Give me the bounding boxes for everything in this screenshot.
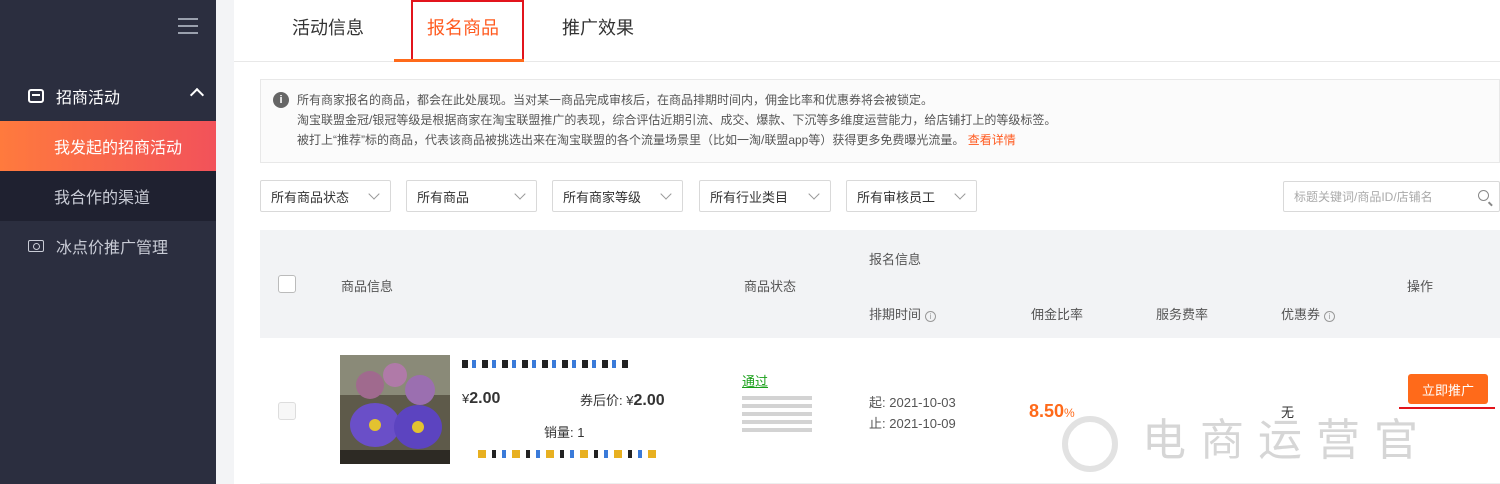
help-icon[interactable]: i: [925, 311, 937, 322]
help-icon[interactable]: i: [1324, 311, 1336, 322]
tab-bar: 活动信息 报名商品 推广效果: [234, 0, 1500, 62]
info-icon: i: [273, 92, 289, 108]
active-tab-indicator: [394, 59, 524, 62]
chevron-up-icon: [189, 87, 205, 103]
sidebar-gutter: [216, 0, 234, 484]
filter-industry-category[interactable]: 所有行业类目: [699, 180, 831, 212]
promote-now-button[interactable]: 立即推广: [1408, 374, 1488, 404]
highlight-box: [411, 0, 524, 61]
notice-line: 被打上“推荐”标的商品，代表该商品被挑选出来在淘宝联盟的各个流量场景里（比如一淘…: [297, 133, 1016, 147]
watermark-logo: [1062, 415, 1118, 472]
filter-merchant-level[interactable]: 所有商家等级: [552, 180, 683, 212]
chevron-down-icon: [808, 188, 820, 200]
sidebar-group-merchant-activities[interactable]: 招商活动: [0, 72, 216, 120]
view-details-link[interactable]: 查看详情: [968, 133, 1016, 147]
chevron-down-icon: [660, 188, 672, 200]
chevron-down-icon: [368, 188, 380, 200]
table-header: 商品信息 商品状态 报名信息 排期时间 i 佣金比率 服务费率 优惠券 i 操作: [260, 230, 1500, 338]
header-signup-info: 报名信息: [869, 252, 922, 267]
chevron-down-icon: [954, 188, 966, 200]
info-notice: i 所有商家报名的商品，都会在此处展现。当对某一商品完成审核后，在商品排期时间内…: [260, 79, 1500, 163]
sidebar-group-label: 冰点价推广管理: [56, 240, 169, 257]
schedule-end: 止: 2021-10-09: [869, 416, 956, 431]
search-input[interactable]: 标题关键词/商品ID/店铺名: [1283, 181, 1500, 212]
sidebar: 招商活动 我发起的招商活动 我合作的渠道 冰点价推广管理: [0, 0, 216, 484]
search-icon[interactable]: [1478, 190, 1489, 201]
ticket-icon: [28, 240, 44, 252]
notice-line: 所有商家报名的商品，都会在此处展现。当对某一商品完成审核后，在商品排期时间内，佣…: [297, 93, 934, 107]
header-commission: 佣金比率: [1031, 307, 1084, 322]
chevron-down-icon: [514, 188, 526, 200]
header-schedule: 排期时间 i: [869, 304, 937, 323]
sidebar-group-freeze-price[interactable]: 冰点价推广管理: [0, 221, 216, 271]
notice-line: 淘宝联盟金冠/银冠等级是根据商家在淘宝联盟推广的表现，综合评估近期引流、成交、爆…: [297, 113, 1057, 127]
row-checkbox[interactable]: [278, 402, 296, 420]
header-status: 商品状态: [744, 279, 797, 294]
reviewer-info-redacted: [742, 394, 812, 436]
price: ¥2.00: [462, 390, 501, 407]
status-badge[interactable]: 通过: [742, 371, 768, 390]
product-thumbnail[interactable]: [340, 355, 450, 464]
select-all-checkbox[interactable]: [278, 275, 296, 293]
after-coupon-price: 券后价: ¥2.00: [580, 392, 665, 409]
sidebar-group-label: 招商活动: [56, 90, 121, 107]
filter-product-status[interactable]: 所有商品状态: [260, 180, 391, 212]
header-service-fee: 服务费率: [1156, 307, 1209, 322]
header-product-info: 商品信息: [341, 279, 394, 294]
tab-activity-info[interactable]: 活动信息: [292, 14, 364, 40]
shop-name-redacted: [478, 450, 658, 458]
watermark: 电商运营官: [1062, 404, 1500, 484]
header-action: 操作: [1407, 279, 1434, 294]
filter-reviewer[interactable]: 所有审核员工: [846, 180, 977, 212]
wallet-icon: [28, 89, 44, 103]
sidebar-item-my-initiated-activities[interactable]: 我发起的招商活动: [0, 121, 216, 171]
product-title-redacted: [462, 360, 632, 368]
filter-products[interactable]: 所有商品: [406, 180, 537, 212]
menu-icon[interactable]: [178, 18, 198, 34]
sidebar-item-my-channels[interactable]: 我合作的渠道: [0, 171, 216, 221]
sales: 销量: 1: [544, 425, 585, 440]
header-coupon: 优惠券 i: [1281, 304, 1336, 323]
tab-promotion-effect[interactable]: 推广效果: [562, 14, 634, 40]
schedule-start: 起: 2021-10-03: [869, 395, 956, 410]
